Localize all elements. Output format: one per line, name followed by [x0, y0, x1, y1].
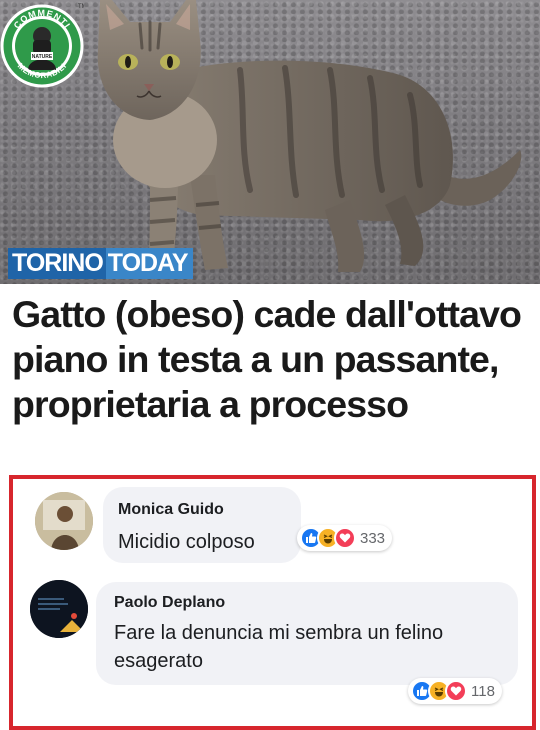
- reactions-summary[interactable]: 333: [297, 525, 393, 551]
- comment-text: Fare la denuncia mi sembra un felino esa…: [114, 622, 444, 672]
- comment-bubble: Monica Guido Micidio colposo: [103, 487, 301, 563]
- love-icon: [445, 680, 467, 702]
- reactions-summary[interactable]: 118: [408, 678, 502, 704]
- avatar[interactable]: [30, 580, 88, 638]
- avatar-photo: [30, 580, 88, 638]
- commenti-memorabili-badge: NATURE COMMENTI MEMORABILI TM: [0, 4, 84, 88]
- love-icon: [334, 527, 356, 549]
- article-headline[interactable]: Gatto (obeso) cade dall'ottavo piano in …: [12, 292, 532, 427]
- reaction-count: 333: [360, 529, 386, 547]
- torinotoday-logo: TORINO TODAY: [8, 248, 193, 279]
- comment-author[interactable]: Paolo Deplano: [114, 594, 225, 612]
- comments-frame: Monica Guido Micidio colposo 333 Paolo D…: [9, 475, 536, 730]
- brand-part2: TODAY: [105, 248, 193, 279]
- comment-bubble: Paolo Deplano Fare la denuncia mi sembra…: [96, 582, 518, 685]
- article-image: TORINO TODAY NATURE COMMENTI MEMORABILI …: [0, 0, 540, 284]
- brand-part1: TORINO: [8, 248, 106, 279]
- reaction-count: 118: [471, 682, 495, 700]
- comment-text: Micidio colposo: [118, 531, 255, 553]
- avatar[interactable]: [35, 492, 93, 550]
- comment-author[interactable]: Monica Guido: [118, 501, 224, 519]
- avatar-photo: [35, 492, 93, 550]
- svg-text:NATURE: NATURE: [32, 54, 53, 60]
- badge-tm: TM: [78, 4, 84, 10]
